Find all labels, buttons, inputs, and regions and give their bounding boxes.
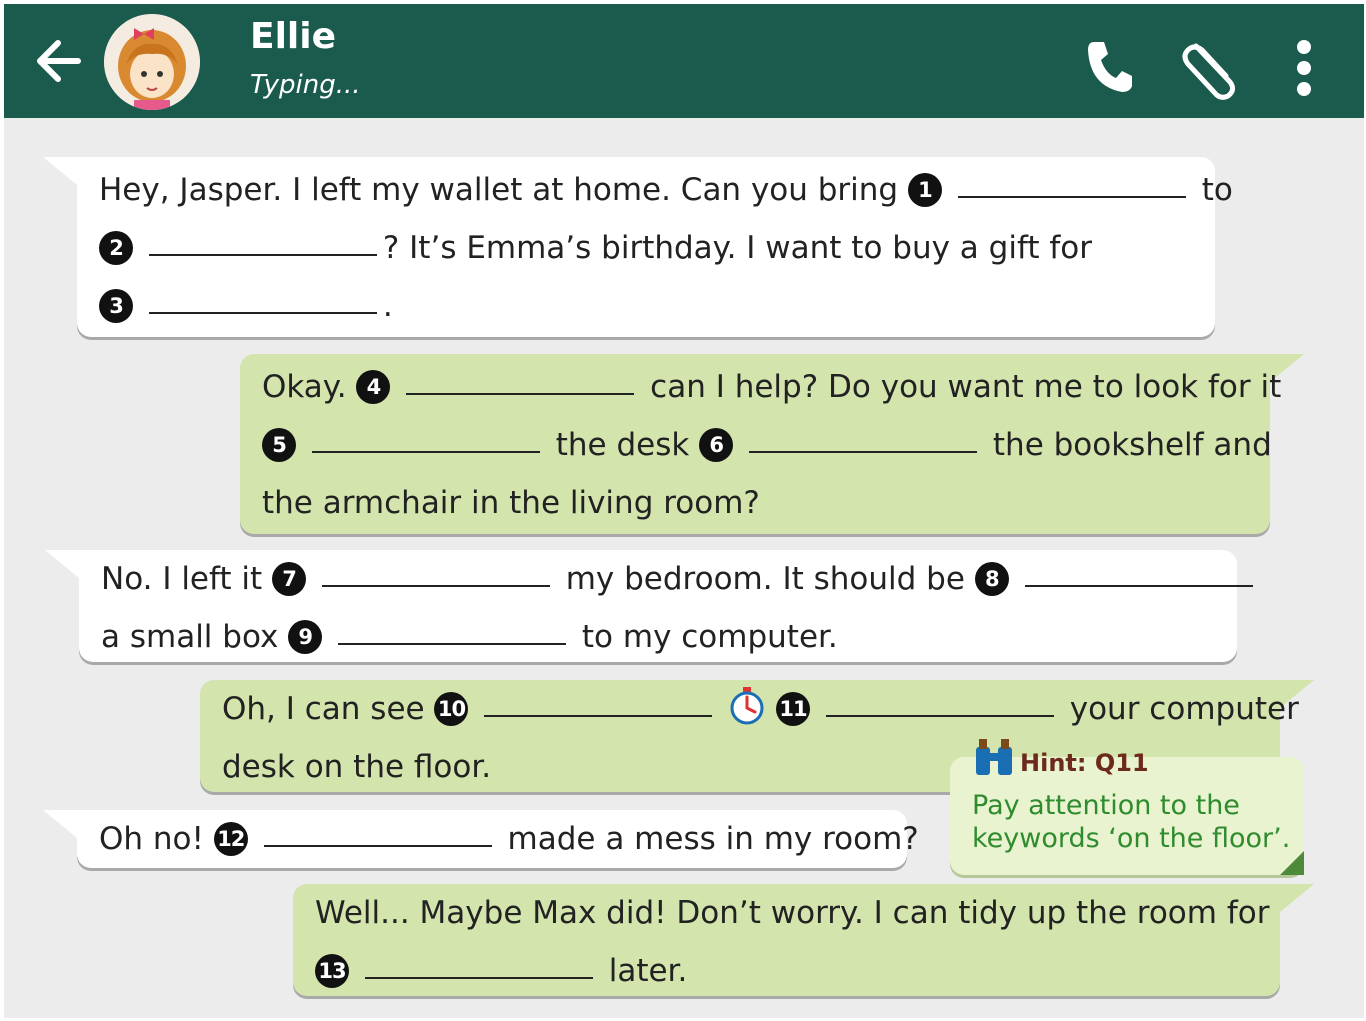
answer-blank[interactable] <box>148 290 377 314</box>
question-number: 12 <box>213 822 248 856</box>
message-line: Hey, Jasper. I left my wallet at home. C… <box>99 161 1233 219</box>
question-number: 4 <box>356 370 391 404</box>
message-line: 5 the desk 6 the bookshelf and <box>262 416 1272 474</box>
message-text: Oh no! <box>99 821 204 857</box>
answer-blank[interactable] <box>406 371 635 395</box>
message-text: made a mess in my room? <box>507 821 919 857</box>
message-line: 3 . <box>99 277 393 335</box>
message-bubble-incoming: Oh no! 12 made a mess in my room? <box>43 810 919 868</box>
message-text: my bedroom. It should be <box>565 561 965 597</box>
message-text: Okay. <box>262 369 347 405</box>
message-text: . <box>382 288 393 324</box>
question-number: 11 <box>776 692 811 726</box>
message-text: can I help? Do you want me to look for i… <box>650 369 1282 405</box>
question-number: 5 <box>262 428 296 462</box>
answer-blank[interactable] <box>321 563 550 587</box>
chat-header: Ellie Typing... <box>4 4 1364 118</box>
hint-fold <box>1280 851 1304 875</box>
contact-name: Ellie <box>250 16 337 57</box>
message-line: Well... Maybe Max did! Don’t worry. I ca… <box>315 884 1269 942</box>
message-line: the armchair in the living room? <box>262 474 760 532</box>
question-number: 10 <box>434 692 469 726</box>
answer-blank[interactable] <box>957 174 1186 198</box>
hint-line: Pay attention to the <box>972 790 1240 821</box>
bubble-tail <box>43 810 77 838</box>
answer-blank[interactable] <box>484 693 713 717</box>
message-text: to my computer. <box>581 619 838 655</box>
message-bubble-outgoing: Okay. 4 can I help? Do you want me to lo… <box>240 354 1304 534</box>
question-number: 2 <box>99 231 133 265</box>
paperclip-icon[interactable] <box>1178 38 1240 100</box>
message-line: 13 later. <box>315 942 687 1000</box>
binoculars-icon <box>972 733 1016 777</box>
message-bubble-incoming: Hey, Jasper. I left my wallet at home. C… <box>43 157 1233 337</box>
more-vertical-icon[interactable] <box>1294 40 1314 96</box>
question-number: 3 <box>99 289 133 323</box>
answer-blank[interactable] <box>311 429 540 453</box>
hint-card: Hint: Q11 Pay attention to the keywords … <box>950 739 1304 875</box>
message-text: your computer <box>1069 691 1299 727</box>
message-line: Okay. 4 can I help? Do you want me to lo… <box>262 358 1281 416</box>
question-number: 7 <box>272 562 307 596</box>
question-number: 13 <box>315 954 349 988</box>
bubble-tail <box>1280 884 1314 912</box>
message-text: ? It’s Emma’s birthday. I want to buy a … <box>382 230 1092 266</box>
back-arrow-icon[interactable] <box>32 36 86 86</box>
answer-blank[interactable] <box>749 429 978 453</box>
message-line: a small box 9 to my computer. <box>101 608 838 666</box>
message-line: 2 ? It’s Emma’s birthday. I want to buy … <box>99 219 1092 277</box>
bubble-tail <box>43 157 77 185</box>
answer-blank[interactable] <box>364 955 593 979</box>
message-bubble-outgoing: Well... Maybe Max did! Don’t worry. I ca… <box>293 884 1314 996</box>
bubble-tail <box>45 550 79 578</box>
message-text: Hey, Jasper. I left my wallet at home. C… <box>99 172 899 208</box>
message-text: No. I left it <box>101 561 263 597</box>
answer-blank[interactable] <box>338 621 567 645</box>
question-number: 6 <box>699 428 734 462</box>
message-line: desk on the floor. <box>222 738 491 796</box>
hint-line: keywords ‘on the floor’. <box>972 823 1291 854</box>
answer-blank[interactable] <box>148 232 377 256</box>
message-text: the desk <box>555 427 690 463</box>
message-text: the bookshelf and <box>992 427 1272 463</box>
answer-blank[interactable] <box>263 823 492 847</box>
answer-blank[interactable] <box>1024 563 1253 587</box>
chat-screen: Ellie Typing... Hey, Jasper. I left my w… <box>4 4 1364 1018</box>
hint-text: Pay attention to the keywords ‘on the fl… <box>972 789 1290 855</box>
message-text: to <box>1201 172 1233 208</box>
phone-icon[interactable] <box>1084 38 1134 94</box>
question-number: 8 <box>974 562 1009 596</box>
question-number: 1 <box>907 173 942 207</box>
message-bubble-incoming: No. I left it 7 my bedroom. It should be… <box>45 550 1253 662</box>
message-line: No. I left it 7 my bedroom. It should be… <box>101 550 1259 608</box>
message-line: Oh, I can see 10 11 your computer <box>222 680 1299 738</box>
message-text: later. <box>608 953 688 989</box>
message-text: Well... Maybe Max did! Don’t worry. I ca… <box>315 895 1270 931</box>
question-number: 9 <box>288 620 323 654</box>
typing-status: Typing... <box>250 70 361 100</box>
answer-blank[interactable] <box>825 693 1054 717</box>
avatar[interactable] <box>104 14 200 110</box>
message-line: Oh no! 12 made a mess in my room? <box>99 810 919 868</box>
message-text: Oh, I can see <box>222 691 425 727</box>
stopwatch-icon <box>728 686 766 725</box>
message-text: the armchair in the living room? <box>262 485 760 521</box>
hint-title: Hint: Q11 <box>1020 749 1149 777</box>
message-text: desk on the floor. <box>222 749 492 785</box>
message-text: a small box <box>101 619 279 655</box>
